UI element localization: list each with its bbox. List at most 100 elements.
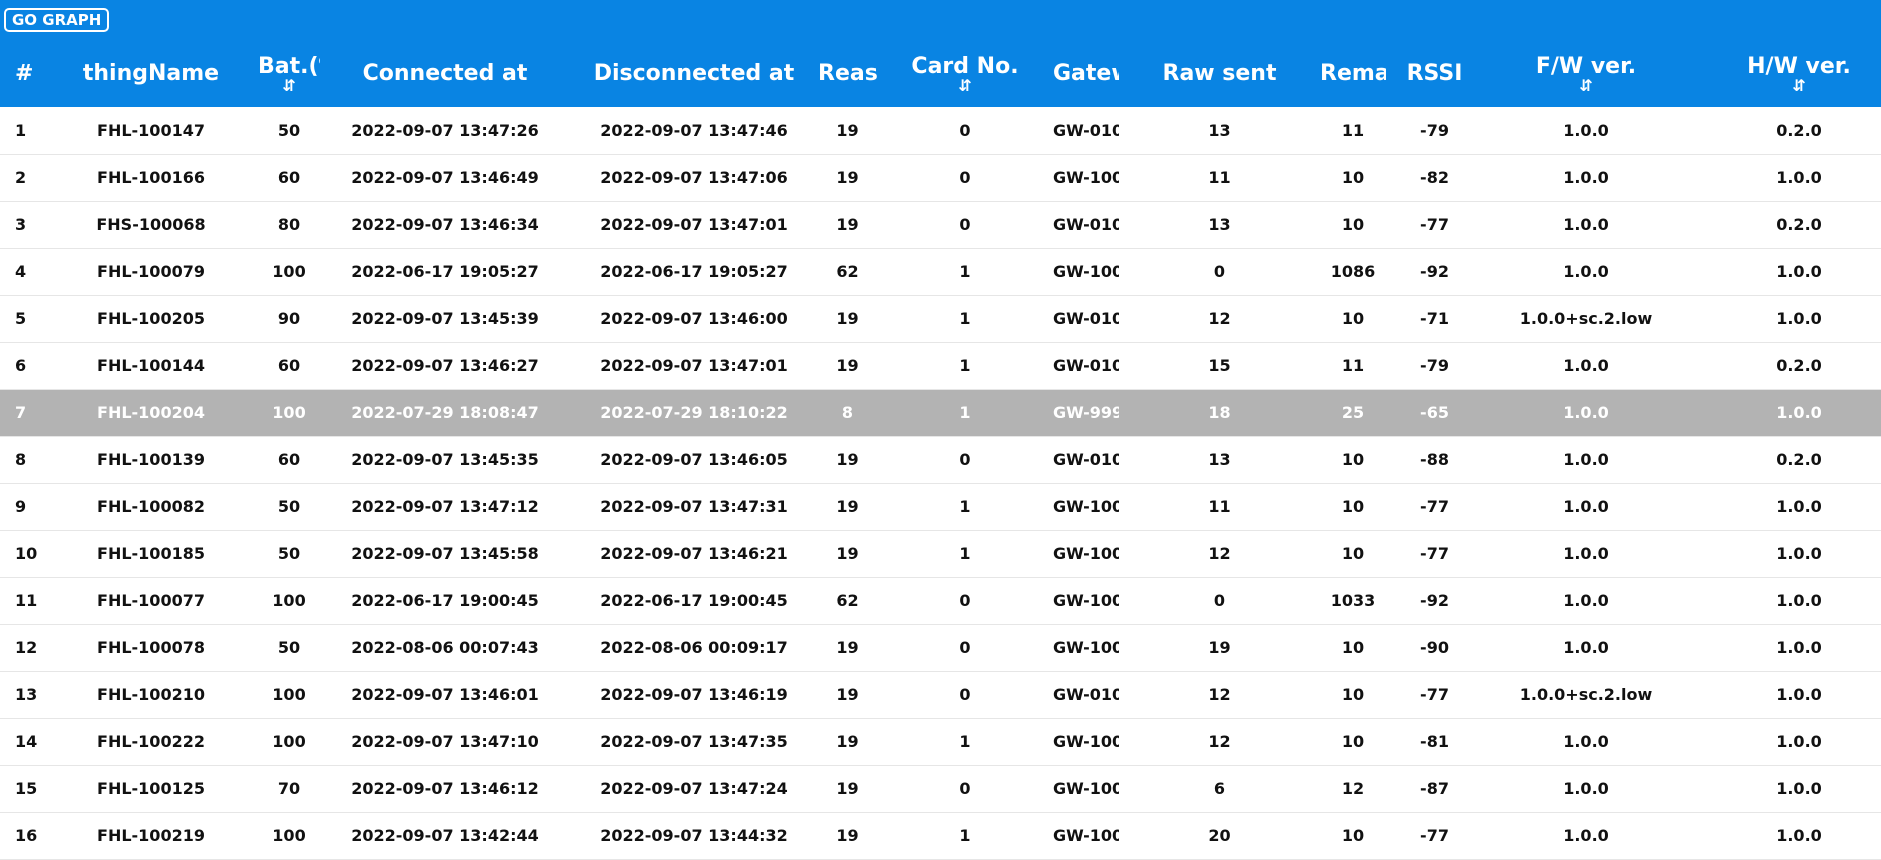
table-cell-remain: 25 <box>1341 403 1365 422</box>
table-cell-gateway: GW-100008 <box>1053 732 1119 751</box>
table-cell-raw-sent: 0 <box>1213 591 1226 610</box>
table-cell-index: 7 <box>15 403 27 422</box>
table-cell-bat: 50 <box>277 638 301 657</box>
table-cell-remain: 10 <box>1341 732 1365 751</box>
table-row[interactable]: 10 FHL-100185 50 2022-09-07 13:45:58 2022-09… <box>0 530 1881 577</box>
sort-icon[interactable]: ⇵ <box>1689 77 1881 93</box>
table-row[interactable]: 2 FHL-100166 60 2022-09-07 13:46:49 2022-09-… <box>0 154 1881 201</box>
table-row[interactable]: 1 FHL-100147 50 2022-09-07 13:47:26 2022-09-… <box>0 107 1881 154</box>
table-row[interactable]: 15 FHL-100125 70 2022-09-07 13:46:12 2022-09… <box>0 765 1881 812</box>
table-row[interactable]: 12 FHL-100078 50 2022-08-06 00:07:43 2022-08… <box>0 624 1881 671</box>
column-header-card-no[interactable]: Card No. ⇵ <box>877 40 1053 107</box>
table-cell-f-w-ver: 1.0.0 <box>1563 732 1609 751</box>
table-cell-thingname: FHL-100078 <box>97 638 205 657</box>
table-row[interactable]: 16 FHL-100219 100 2022-09-07 13:42:44 2022-0… <box>0 812 1881 859</box>
table-row[interactable]: 3 FHS-100068 80 2022-09-07 13:46:34 2022-09-… <box>0 201 1881 248</box>
table-cell-gateway: GW-100006 <box>1053 591 1119 610</box>
table-row[interactable]: 9 FHL-100082 50 2022-09-07 13:47:12 2022-09-… <box>0 483 1881 530</box>
table-cell-bat: 50 <box>277 120 301 140</box>
table-row[interactable]: 13 FHL-100210 100 2022-09-07 13:46:01 2022-0… <box>0 671 1881 718</box>
table-cell-thingname: FHL-100147 <box>97 120 205 140</box>
table-cell-bat: 80 <box>277 215 301 234</box>
table-cell-thingname: FHL-100204 <box>97 403 205 422</box>
table-cell-h-w-ver: 1.0.0 <box>1776 544 1822 563</box>
table-row[interactable]: 8 FHL-100139 60 2022-09-07 13:45:35 2022-09-… <box>0 436 1881 483</box>
table-cell-card-no: 0 <box>959 120 971 140</box>
table-row[interactable]: 5 FHL-100205 90 2022-09-07 13:45:39 2022-09-… <box>0 295 1881 342</box>
go-graph-button[interactable]: GO GRAPH <box>4 8 110 32</box>
table-row[interactable]: 4 FHL-100079 100 2022-06-17 19:05:27 2022-06… <box>0 248 1881 295</box>
table-cell-remain: 10 <box>1341 826 1365 845</box>
table-cell-index: 8 <box>15 450 27 469</box>
table-cell-gateway: GW-100006 <box>1053 544 1119 563</box>
table-cell-reason: 19 <box>836 168 859 187</box>
table-cell-connected-at: 2022-09-07 13:46:27 <box>351 356 539 375</box>
sort-icon[interactable]: ⇵ <box>258 77 320 93</box>
table-cell-bat: 70 <box>277 779 301 798</box>
table-cell-bat: 60 <box>277 356 301 375</box>
table-cell-bat: 50 <box>277 544 301 563</box>
table-row[interactable]: 14 FHL-100222 100 2022-09-07 13:47:10 2022-0… <box>0 718 1881 765</box>
table-cell-card-no: 0 <box>959 215 971 234</box>
column-header-label: H/W ver. <box>1747 53 1851 79</box>
table-cell-disconnected-at: 2022-08-06 00:09:17 <box>600 638 788 657</box>
table-cell-raw-sent: 6 <box>1213 779 1226 798</box>
table-row[interactable]: 7 FHL-100204 100 2022-07-29 18:08:47 2022-07… <box>0 389 1881 436</box>
table-cell-rssi: -90 <box>1420 638 1449 657</box>
table-cell-remain: 10 <box>1341 685 1365 704</box>
connection-log-table: #thingNameBat.(%)⇵Connected atDisconnect… <box>0 40 1881 860</box>
table-header-row: #thingNameBat.(%)⇵Connected atDisconnect… <box>0 40 1881 107</box>
sort-icon[interactable]: ⇵ <box>1483 77 1689 93</box>
table-cell-remain: 11 <box>1341 356 1365 375</box>
table-cell-reason: 19 <box>836 685 859 704</box>
table-cell-h-w-ver: 0.2.0 <box>1776 450 1822 469</box>
table-cell-rssi: -65 <box>1420 403 1449 422</box>
table-cell-card-no: 1 <box>959 544 971 563</box>
table-cell-remain: 10 <box>1341 450 1365 469</box>
column-header-f-w-ver[interactable]: F/W ver. ⇵ <box>1483 40 1689 107</box>
table-cell-rssi: -77 <box>1420 215 1449 234</box>
column-header-bat[interactable]: Bat.(%)⇵ <box>258 40 320 107</box>
table-cell-raw-sent: 12 <box>1208 309 1231 328</box>
table-row[interactable]: 6 FHL-100144 60 2022-09-07 13:46:27 2022-09-… <box>0 342 1881 389</box>
table-cell-f-w-ver: 1.0.0 <box>1563 544 1609 563</box>
column-header-raw-sent: Raw sent <box>1119 40 1320 107</box>
table-cell-h-w-ver: 1.0.0 <box>1776 591 1822 610</box>
table-cell-rssi: -77 <box>1420 544 1449 563</box>
table-cell-disconnected-at: 2022-09-07 13:46:00 <box>600 309 788 328</box>
table-cell-reason: 19 <box>836 826 859 845</box>
table-row[interactable]: 11 FHL-100077 100 2022-06-17 19:00:45 2022-0… <box>0 577 1881 624</box>
top-toolbar: GO GRAPH <box>0 0 1881 40</box>
table-cell-card-no: 1 <box>959 826 971 845</box>
table-cell-bat: 100 <box>272 591 306 610</box>
column-header-reason: Reason <box>818 40 877 107</box>
column-header-index: # <box>0 40 44 107</box>
table-cell-gateway: GW-100012 <box>1053 826 1119 845</box>
table-cell-thingname: FHL-100144 <box>97 356 205 375</box>
table-cell-disconnected-at: 2022-06-17 19:05:27 <box>600 262 788 281</box>
table-cell-raw-sent: 19 <box>1208 638 1231 657</box>
table-cell-reason: 62 <box>836 262 859 281</box>
table-cell-index: 11 <box>15 591 38 610</box>
table-cell-reason: 19 <box>836 215 859 234</box>
table-cell-bat: 100 <box>272 732 306 751</box>
table-cell-h-w-ver: 1.0.0 <box>1776 262 1822 281</box>
table-cell-reason: 19 <box>836 638 859 657</box>
table-cell-f-w-ver: 1.0.0 <box>1563 403 1609 422</box>
table-cell-card-no: 0 <box>959 168 971 187</box>
column-header-h-w-ver[interactable]: H/W ver. ⇵ <box>1689 40 1881 107</box>
table-cell-f-w-ver: 1.0.0 <box>1563 826 1609 845</box>
sort-icon[interactable]: ⇵ <box>877 77 1053 93</box>
table-cell-reason: 19 <box>836 120 859 140</box>
table-cell-card-no: 1 <box>959 497 971 516</box>
table-cell-card-no: 1 <box>959 356 971 375</box>
table-cell-thingname: FHL-100166 <box>97 168 205 187</box>
table-cell-raw-sent: 11 <box>1208 497 1231 516</box>
table-cell-gateway: GW-010002 <box>1053 450 1119 469</box>
table-cell-disconnected-at: 2022-09-07 13:46:19 <box>600 685 788 704</box>
table-cell-connected-at: 2022-06-17 19:00:45 <box>351 591 539 610</box>
table-cell-disconnected-at: 2022-09-07 13:47:01 <box>600 356 788 375</box>
table-cell-disconnected-at: 2022-09-07 13:47:35 <box>600 732 788 751</box>
table-cell-gateway: GW-010003 <box>1053 685 1119 704</box>
table-cell-bat: 100 <box>272 262 306 281</box>
